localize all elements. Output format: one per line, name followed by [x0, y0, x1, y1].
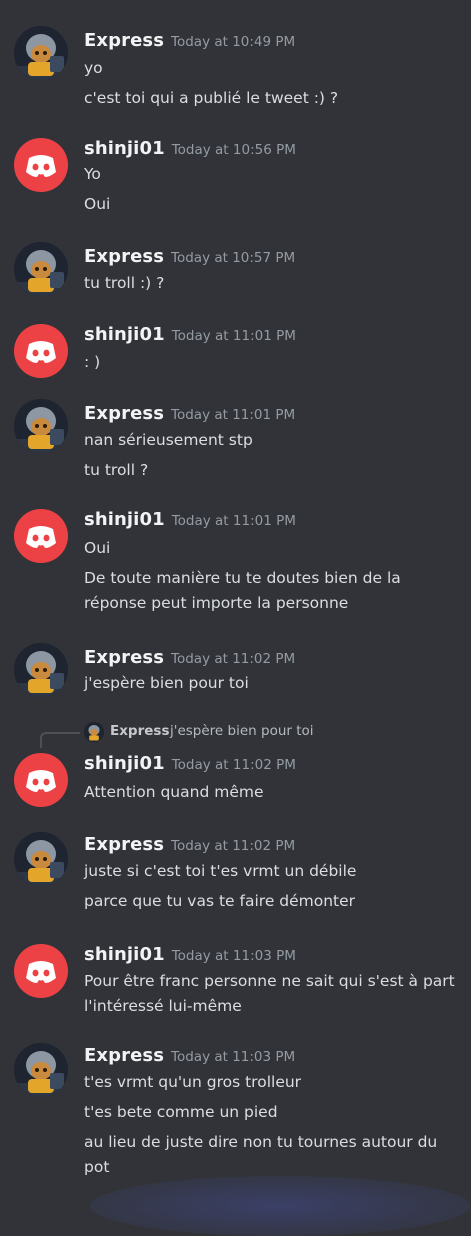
user-avatar[interactable]: [14, 242, 68, 296]
hooded-character-icon: [14, 399, 68, 453]
user-avatar[interactable]: [14, 1043, 68, 1097]
author-name[interactable]: shinji01: [84, 509, 165, 530]
message-timestamp: Today at 11:02 PM: [171, 838, 296, 854]
author-name[interactable]: Express: [84, 403, 164, 424]
author-name[interactable]: Express: [84, 647, 164, 668]
user-avatar[interactable]: [14, 832, 68, 886]
hooded-character-icon: [14, 242, 68, 296]
author-name[interactable]: Express: [84, 246, 164, 267]
author-name[interactable]: Express: [84, 30, 164, 51]
message-text: Oui: [84, 195, 111, 213]
reply-reference[interactable]: Express j'espère bien pour toi: [0, 720, 471, 748]
message-text: c'est toi qui a publié le tweet :) ?: [84, 89, 339, 107]
message-text: yo: [84, 59, 103, 77]
author-name[interactable]: shinji01: [84, 753, 165, 774]
author-name[interactable]: shinji01: [84, 944, 165, 965]
message-text: nan sérieusement stp: [84, 431, 253, 449]
message-timestamp: Today at 11:01 PM: [171, 513, 296, 529]
message-timestamp: Today at 10:56 PM: [171, 142, 296, 158]
discord-logo-icon: [26, 341, 56, 363]
user-avatar[interactable]: [14, 753, 68, 807]
hooded-character-icon: [14, 26, 68, 80]
chat-messages: Express Today at 10:49 PM yo c'est toi qu…: [0, 0, 471, 1236]
discord-logo-icon: [26, 961, 56, 983]
user-avatar[interactable]: [14, 944, 68, 998]
user-avatar[interactable]: [14, 26, 68, 80]
hooded-character-icon: [84, 722, 104, 742]
user-avatar[interactable]: [14, 509, 68, 563]
message-timestamp: Today at 10:49 PM: [171, 34, 296, 50]
author-name[interactable]: Express: [84, 1045, 164, 1066]
message-timestamp: Today at 11:03 PM: [171, 948, 296, 964]
user-avatar[interactable]: [14, 324, 68, 378]
message-text: t'es vrmt qu'un gros trolleur: [84, 1073, 302, 1091]
message-text: Pour être franc personne ne sait qui s'e…: [84, 972, 455, 1015]
message-timestamp: Today at 11:03 PM: [171, 1049, 296, 1065]
bottom-glow: [90, 1176, 470, 1236]
reply-avatar: [84, 722, 104, 742]
message-timestamp: Today at 11:01 PM: [171, 407, 296, 423]
message-text: : ): [84, 353, 101, 371]
message-text: Yo: [84, 165, 101, 183]
discord-logo-icon: [26, 770, 56, 792]
message-text: tu troll ?: [84, 461, 149, 479]
message-text: j'espère bien pour toi: [84, 674, 249, 692]
reply-snippet[interactable]: j'espère bien pour toi: [170, 723, 314, 739]
author-name[interactable]: shinji01: [84, 138, 165, 159]
hooded-character-icon: [14, 832, 68, 886]
message-text: De toute manière tu te doutes bien de la…: [84, 569, 401, 612]
message-timestamp: Today at 11:02 PM: [171, 651, 296, 667]
message-timestamp: Today at 11:02 PM: [171, 757, 296, 773]
hooded-character-icon: [14, 1043, 68, 1097]
message-text: juste si c'est toi t'es vrmt un débile: [84, 862, 357, 880]
author-name[interactable]: shinji01: [84, 324, 165, 345]
user-avatar[interactable]: [14, 643, 68, 697]
hooded-character-icon: [14, 643, 68, 697]
message-text: t'es bete comme un pied: [84, 1103, 278, 1121]
author-name[interactable]: Express: [84, 834, 164, 855]
message-timestamp: Today at 10:57 PM: [171, 250, 296, 266]
message-text: Attention quand même: [84, 783, 264, 801]
message-timestamp: Today at 11:01 PM: [171, 328, 296, 344]
user-avatar[interactable]: [14, 138, 68, 192]
discord-logo-icon: [26, 155, 56, 177]
user-avatar[interactable]: [14, 399, 68, 453]
message-text: parce que tu vas te faire démonter: [84, 892, 356, 910]
message-text: Oui: [84, 539, 111, 557]
message-text: au lieu de juste dire non tu tournes aut…: [84, 1133, 438, 1176]
message-text: tu troll :) ?: [84, 274, 165, 292]
discord-logo-icon: [26, 526, 56, 548]
reply-author-name[interactable]: Express: [110, 723, 169, 739]
reply-spine: [40, 732, 80, 748]
